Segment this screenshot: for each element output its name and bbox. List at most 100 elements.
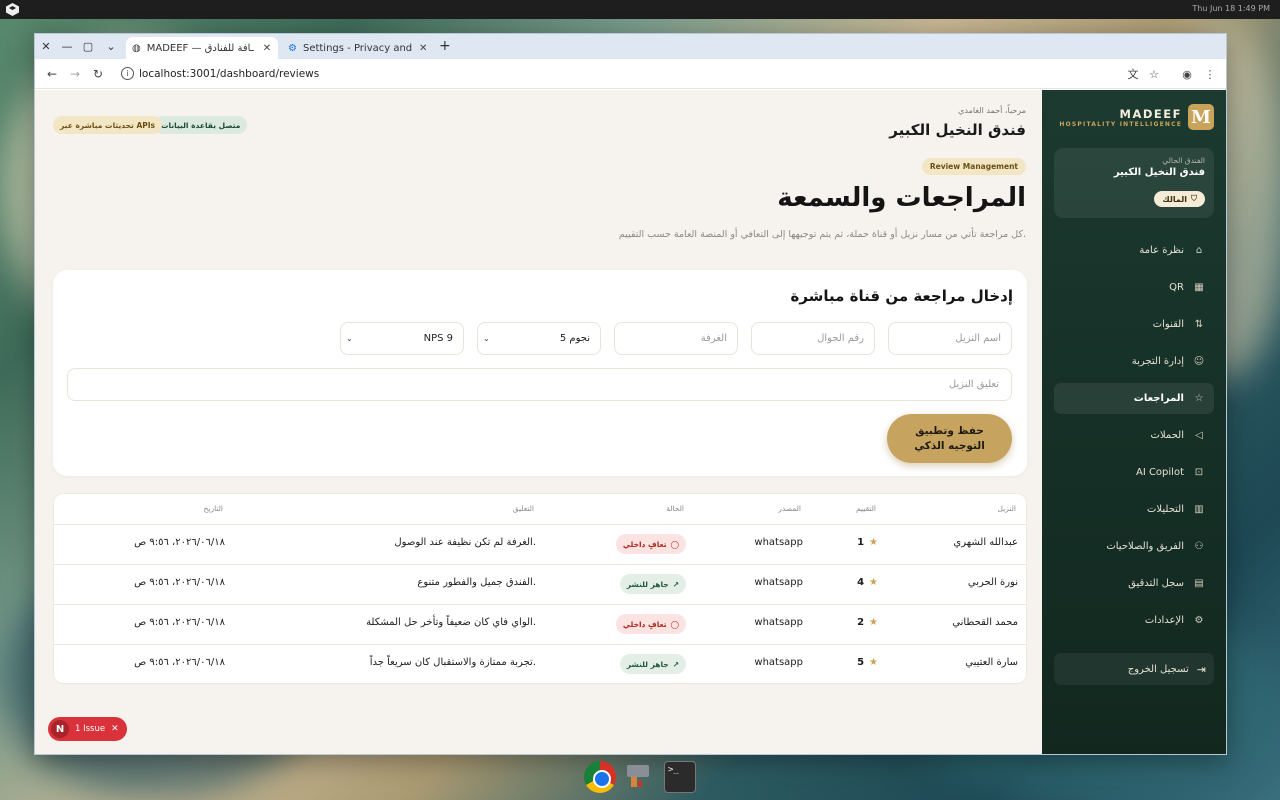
tab-search-button[interactable]: ⌄ xyxy=(100,34,122,59)
sidebar-item-label: القنوات xyxy=(1152,319,1184,330)
rating-cell: 4 ★ xyxy=(857,577,878,588)
terminal-icon[interactable]: >_ xyxy=(664,761,696,793)
issue-count-label: 1 Issue xyxy=(75,724,106,734)
os-logo-icon[interactable] xyxy=(6,3,19,16)
files-app-icon[interactable] xyxy=(624,761,656,793)
brand[interactable]: M MADEEF HOSPITALITY INTELLIGENCE xyxy=(1059,104,1214,130)
address-bar: ← → ↻ i localhost:3001/dashboard/reviews… xyxy=(35,59,1226,89)
table-row[interactable]: سارة العتيبي 5 ★ whatsapp ↗ جاهز للنشر تجر… xyxy=(54,644,1026,683)
sidebar-item-label: المراجعات xyxy=(1133,393,1184,404)
nps-select[interactable]: ⌄ NPS 9 xyxy=(340,322,464,355)
sidebar-item-label: AI Copilot xyxy=(1135,467,1184,478)
url-input[interactable]: i localhost:3001/dashboard/reviews xyxy=(115,63,1170,85)
tab-close-icon[interactable]: ✕ xyxy=(419,43,427,54)
column-header-date: التاريخ xyxy=(203,504,223,513)
sidebar-item-label: الإعدادات xyxy=(1144,615,1184,626)
external-link-icon: ↗ xyxy=(672,579,679,589)
sidebar-item-qr[interactable]: QR ▦ xyxy=(1054,272,1214,303)
role-label: المالك xyxy=(1162,194,1187,204)
taskbar-dock: >_ xyxy=(580,755,702,800)
column-header-guest: النزيل xyxy=(997,504,1016,513)
sidebar-item-settings[interactable]: الإعدادات ⚙ xyxy=(1054,605,1214,636)
qr-icon: ▦ xyxy=(1194,282,1204,293)
source-cell: whatsapp xyxy=(754,617,803,628)
tab-settings[interactable]: ⚙ Settings - Privacy and s ✕ xyxy=(282,37,434,59)
db-status-badge: متصل بقاعدة البيانات xyxy=(154,116,248,134)
sidebar-item-analytics[interactable]: التحليلات ▥ xyxy=(1054,494,1214,525)
os-top-bar: Thu Jun 18 1:49 PM xyxy=(0,0,1280,19)
logout-button[interactable]: تسجيل الخروج ⇥ xyxy=(1054,653,1214,685)
date-cell: ٢٠٢٦/٠٦/١٨، ٩:٥٦ ص xyxy=(134,537,225,548)
translate-icon[interactable]: 文 xyxy=(1125,66,1141,82)
sidebar-item-reviews[interactable]: المراجعات ☆ xyxy=(1054,383,1214,414)
source-cell: whatsapp xyxy=(754,657,803,668)
sidebar-item-channels[interactable]: القنوات ⇅ xyxy=(1054,309,1214,340)
sidebar-item-ai-copilot[interactable]: AI Copilot ⊡ xyxy=(1054,457,1214,488)
status-badge: ↗ جاهز للنشر xyxy=(619,574,686,594)
chrome-icon[interactable] xyxy=(584,761,616,793)
guest-name: نورة الحربي xyxy=(967,577,1018,588)
sidebar-item-experience[interactable]: إدارة التجربة ☺ xyxy=(1054,346,1214,377)
source-cell: whatsapp xyxy=(754,577,803,588)
new-tab-button[interactable]: + xyxy=(439,38,451,54)
rating-value: 1 xyxy=(857,537,865,548)
experience-icon: ☺ xyxy=(1193,356,1205,367)
guest-name: محمد القحطاني xyxy=(952,617,1018,628)
api-status-badge: تحديثات مباشرة عبر APIs xyxy=(53,116,163,134)
sidebar-item-label: الحملات xyxy=(1150,430,1184,441)
rating-value: 5 xyxy=(857,657,865,668)
close-icon[interactable]: ✕ xyxy=(111,724,119,734)
sidebar-item-overview[interactable]: نظرة عامة ⌂ xyxy=(1054,235,1214,266)
comment-cell: الفندق جميل والفطور متنوع. xyxy=(417,577,536,588)
gear-icon: ⚙ xyxy=(288,42,297,54)
forward-button[interactable]: → xyxy=(66,65,84,83)
back-button[interactable]: ← xyxy=(43,65,61,83)
comment-input[interactable]: تعليق النزيل xyxy=(67,368,1012,401)
sidebar: M MADEEF HOSPITALITY INTELLIGENCE الفندق… xyxy=(1042,90,1226,754)
site-info-icon[interactable]: i xyxy=(121,67,134,80)
window-minimize-button[interactable]: — xyxy=(56,34,78,59)
phone-input[interactable]: رقم الجوال xyxy=(751,322,875,355)
status-badge: ◯ تعافٍ داخلي xyxy=(615,614,686,634)
date-cell: ٢٠٢٦/٠٦/١٨، ٩:٥٦ ص xyxy=(134,577,225,588)
sidebar-nav: نظرة عامة ⌂ QR ▦ القنوات ⇅ إدارة التجربة… xyxy=(1054,235,1214,642)
profile-icon[interactable]: ◉ xyxy=(1179,66,1195,82)
table-row[interactable]: عبدالله الشهري 1 ★ whatsapp ◯ تعافٍ داخلي … xyxy=(54,524,1026,564)
table-row[interactable]: محمد القحطاني 2 ★ whatsapp ◯ تعافٍ داخلي ا… xyxy=(54,604,1026,644)
external-link-icon: ↗ xyxy=(672,659,679,669)
reload-button[interactable]: ↻ xyxy=(89,65,107,83)
tab-close-icon[interactable]: ✕ xyxy=(263,43,271,54)
sidebar-item-label: سجل التدقيق xyxy=(1128,578,1184,589)
page-description: كل مراجعة تأتي من مسار نزيل أو قناة حملة… xyxy=(618,229,1026,240)
tab-madeef[interactable]: ◍ MADEEF — ـافة للفنادق ✕ xyxy=(126,37,278,59)
window-maximize-button[interactable]: ▢ xyxy=(77,34,99,59)
guest-name: عبدالله الشهري xyxy=(953,537,1018,548)
brand-name: MADEEF xyxy=(1119,106,1182,121)
guest-name-input[interactable]: اسم النزيل xyxy=(888,322,1012,355)
rating-select-value: 5 نجوم xyxy=(559,333,590,344)
current-hotel-card: الفندق الحالي فندق النخيل الكبير ⛉ المال… xyxy=(1054,148,1214,218)
sidebar-item-team[interactable]: الفريق والصلاحيات ⚇ xyxy=(1054,531,1214,562)
dev-issues-button[interactable]: N 1 Issue ✕ xyxy=(48,717,127,741)
brand-logo-icon: M xyxy=(1188,104,1214,130)
rating-cell: 5 ★ xyxy=(857,657,878,668)
window-close-button[interactable]: ✕ xyxy=(35,34,57,59)
menu-kebab-icon[interactable]: ⋮ xyxy=(1202,66,1218,82)
browser-window: ✕ — ▢ ⌄ ◍ MADEEF — ـافة للفنادق ✕ ⚙ Sett… xyxy=(34,33,1227,755)
page-content: M MADEEF HOSPITALITY INTELLIGENCE الفندق… xyxy=(35,90,1226,754)
section-kicker: Review Management xyxy=(921,158,1026,175)
sidebar-item-campaigns[interactable]: الحملات ◁ xyxy=(1054,420,1214,451)
logout-label: تسجيل الخروج xyxy=(1127,663,1189,675)
table-row[interactable]: نورة الحربي 4 ★ whatsapp ↗ جاهز للنشر الفن… xyxy=(54,564,1026,604)
bookmark-star-icon[interactable]: ☆ xyxy=(1146,66,1162,82)
tab-strip: ✕ — ▢ ⌄ ◍ MADEEF — ـافة للفنادق ✕ ⚙ Sett… xyxy=(35,34,1226,59)
chevron-down-icon: ⌄ xyxy=(483,334,490,343)
room-input[interactable]: الغرفة xyxy=(614,322,738,355)
sidebar-item-audit-log[interactable]: سجل التدقيق ▤ xyxy=(1054,568,1214,599)
chevron-down-icon: ⌄ xyxy=(346,334,353,343)
date-cell: ٢٠٢٦/٠٦/١٨، ٩:٥٦ ص xyxy=(134,657,225,668)
rating-select[interactable]: ⌄ 5 نجوم xyxy=(477,322,601,355)
form-title: إدخال مراجعة من قناة مباشرة xyxy=(790,287,1013,305)
save-apply-routing-button[interactable]: حفظ وتطبيق التوجيه الذكي xyxy=(887,414,1012,463)
current-hotel-name: فندق النخيل الكبير xyxy=(1113,167,1205,178)
